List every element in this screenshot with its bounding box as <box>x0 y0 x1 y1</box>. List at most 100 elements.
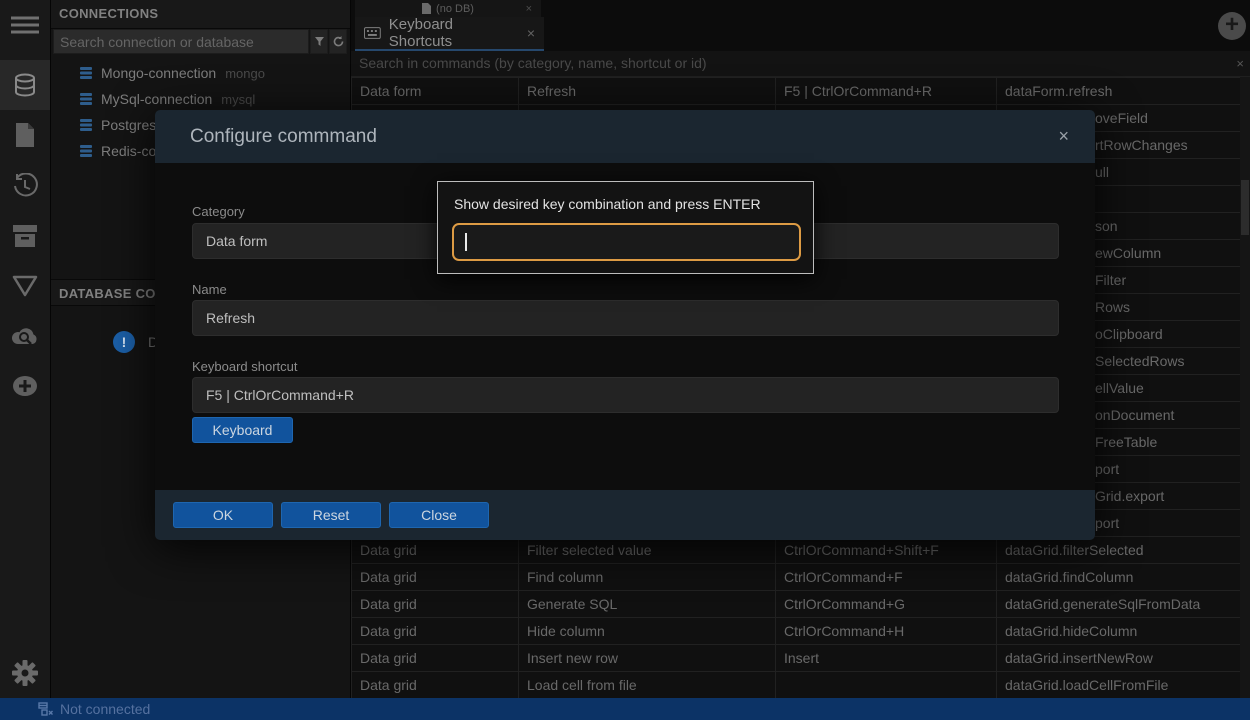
table-row[interactable]: Data gridHide columnCtrlOrCommand+HdataG… <box>352 618 1242 645</box>
reset-button[interactable]: Reset <box>281 502 381 528</box>
cell-category: Data grid <box>352 591 519 618</box>
key-capture-popup: Show desired key combination and press E… <box>437 181 814 274</box>
gear-icon[interactable] <box>0 648 50 698</box>
file-icon[interactable] <box>0 110 50 160</box>
category-label: Category <box>192 204 245 219</box>
tab-group-label: (no DB) <box>436 3 474 15</box>
ok-button[interactable]: OK <box>173 502 273 528</box>
file-icon <box>422 3 431 14</box>
connection-item[interactable]: Mongo-connectionmongo <box>51 60 350 86</box>
database-icon <box>79 66 93 80</box>
archive-icon[interactable] <box>0 211 50 261</box>
cell-category: Data grid <box>352 564 519 591</box>
add-connection-button[interactable]: + <box>1218 12 1246 40</box>
cell-name: Filter selected value <box>519 537 776 564</box>
menu-icon[interactable] <box>0 0 50 50</box>
table-row[interactable]: Data formRefreshF5 | CtrlOrCommand+Rdata… <box>352 78 1242 105</box>
name-label: Name <box>192 282 227 297</box>
connection-name: Postgres- <box>101 117 161 133</box>
refresh-icon <box>333 36 344 47</box>
info-icon: ! <box>113 331 135 353</box>
cell-command-id: dataForm.refresh <box>997 78 1242 105</box>
filter-icon[interactable] <box>0 261 50 311</box>
connection-name: Mongo-connection <box>101 65 216 81</box>
status-text: Not connected <box>60 701 150 717</box>
connections-panel-title: CONNECTIONS <box>51 0 350 29</box>
icon-rail <box>0 0 50 698</box>
cell-keybinding: CtrlOrCommand+G <box>776 591 997 618</box>
modal-title: Configure commmand <box>190 126 1058 148</box>
connection-engine: mysql <box>221 92 255 107</box>
cell-name: Load cell from file <box>519 672 776 699</box>
cell-name: Find column <box>519 564 776 591</box>
table-row[interactable]: Data gridInsert new rowInsertdataGrid.in… <box>352 645 1242 672</box>
tab-group-strip: (no DB) × <box>351 0 1250 17</box>
tab-label: Keyboard Shortcuts <box>389 16 519 50</box>
database-icon <box>79 144 93 158</box>
cell-command-id: dataGrid.hideColumn <box>997 618 1242 645</box>
cell-keybinding: CtrlOrCommand+H <box>776 618 997 645</box>
close-icon[interactable]: × <box>527 25 535 41</box>
configure-command-modal: Configure commmand × Category Data form … <box>155 110 1095 540</box>
command-search-placeholder: Search in commands (by category, name, s… <box>359 51 707 76</box>
database-icon[interactable] <box>0 60 50 110</box>
tab-group-nodb[interactable]: (no DB) × <box>355 0 541 17</box>
cell-keybinding: CtrlOrCommand+Shift+F <box>776 537 997 564</box>
key-capture-prompt: Show desired key combination and press E… <box>454 196 761 212</box>
connection-name: MySql-connection <box>101 91 212 107</box>
cloud-search-icon[interactable] <box>0 311 50 361</box>
close-icon[interactable]: × <box>1058 126 1069 147</box>
cell-name: Hide column <box>519 618 776 645</box>
database-icon <box>79 92 93 106</box>
connection-refresh-button[interactable] <box>329 29 347 54</box>
table-row[interactable]: Data gridLoad cell from file dataGrid.loa… <box>352 672 1242 699</box>
plus-circle-icon[interactable] <box>0 361 50 411</box>
tab-keyboard-shortcuts[interactable]: Keyboard Shortcuts × <box>355 17 544 51</box>
close-icon[interactable]: × <box>526 3 532 15</box>
connection-item[interactable]: MySql-connection mysql <box>51 86 350 112</box>
key-capture-input[interactable] <box>452 223 801 261</box>
cell-command-id: dataGrid.insertNewRow <box>997 645 1242 672</box>
status-bar: Not connected <box>0 698 1250 720</box>
shortcut-label: Keyboard shortcut <box>192 359 298 374</box>
cell-category: Data grid <box>352 672 519 699</box>
not-connected-icon <box>38 702 53 716</box>
database-icon <box>79 118 93 132</box>
cell-keybinding: Insert <box>776 645 997 672</box>
text-caret <box>465 233 467 251</box>
cell-name: Insert new row <box>519 645 776 672</box>
shortcut-field[interactable]: F5 | CtrlOrCommand+R <box>192 377 1059 413</box>
modal-header: Configure commmand × <box>155 110 1095 163</box>
funnel-icon <box>315 37 324 46</box>
keyboard-button[interactable]: Keyboard <box>192 417 293 443</box>
table-row[interactable]: Data gridFilter selected valueCtrlOrComm… <box>352 537 1242 564</box>
cell-name: Generate SQL <box>519 591 776 618</box>
tab-strip: Keyboard Shortcuts × <box>351 17 1250 51</box>
cell-category: Data form <box>352 78 519 105</box>
cell-category: Data grid <box>352 645 519 672</box>
name-field[interactable]: Refresh <box>192 300 1059 336</box>
cell-keybinding: CtrlOrCommand+F <box>776 564 997 591</box>
app-window: CONNECTIONS Mongo-connectionmongoMySql-c… <box>0 0 1250 720</box>
table-row[interactable]: Data gridFind columnCtrlOrCommand+FdataG… <box>352 564 1242 591</box>
cell-name: Refresh <box>519 78 776 105</box>
close-button[interactable]: Close <box>389 502 489 528</box>
scrollbar-thumb[interactable] <box>1241 180 1249 235</box>
cell-command-id: dataGrid.filterSelected <box>997 537 1242 564</box>
history-icon[interactable] <box>0 161 50 211</box>
cell-category: Data grid <box>352 618 519 645</box>
cell-keybinding: F5 | CtrlOrCommand+R <box>776 78 997 105</box>
vertical-scrollbar[interactable] <box>1240 77 1250 698</box>
connection-filter-button[interactable] <box>310 29 328 54</box>
cell-keybinding <box>776 672 997 699</box>
cell-command-id: dataGrid.findColumn <box>997 564 1242 591</box>
connection-search-input[interactable] <box>53 29 309 54</box>
cell-category: Data grid <box>352 537 519 564</box>
command-search[interactable]: Search in commands (by category, name, s… <box>351 51 1250 77</box>
table-row[interactable]: Data gridGenerate SQLCtrlOrCommand+Gdata… <box>352 591 1242 618</box>
cell-command-id: dataGrid.generateSqlFromData <box>997 591 1242 618</box>
modal-footer: OK Reset Close <box>155 490 1095 540</box>
keyboard-icon <box>364 27 381 39</box>
clear-search-icon[interactable]: × <box>1236 51 1244 76</box>
cell-command-id: dataGrid.loadCellFromFile <box>997 672 1242 699</box>
